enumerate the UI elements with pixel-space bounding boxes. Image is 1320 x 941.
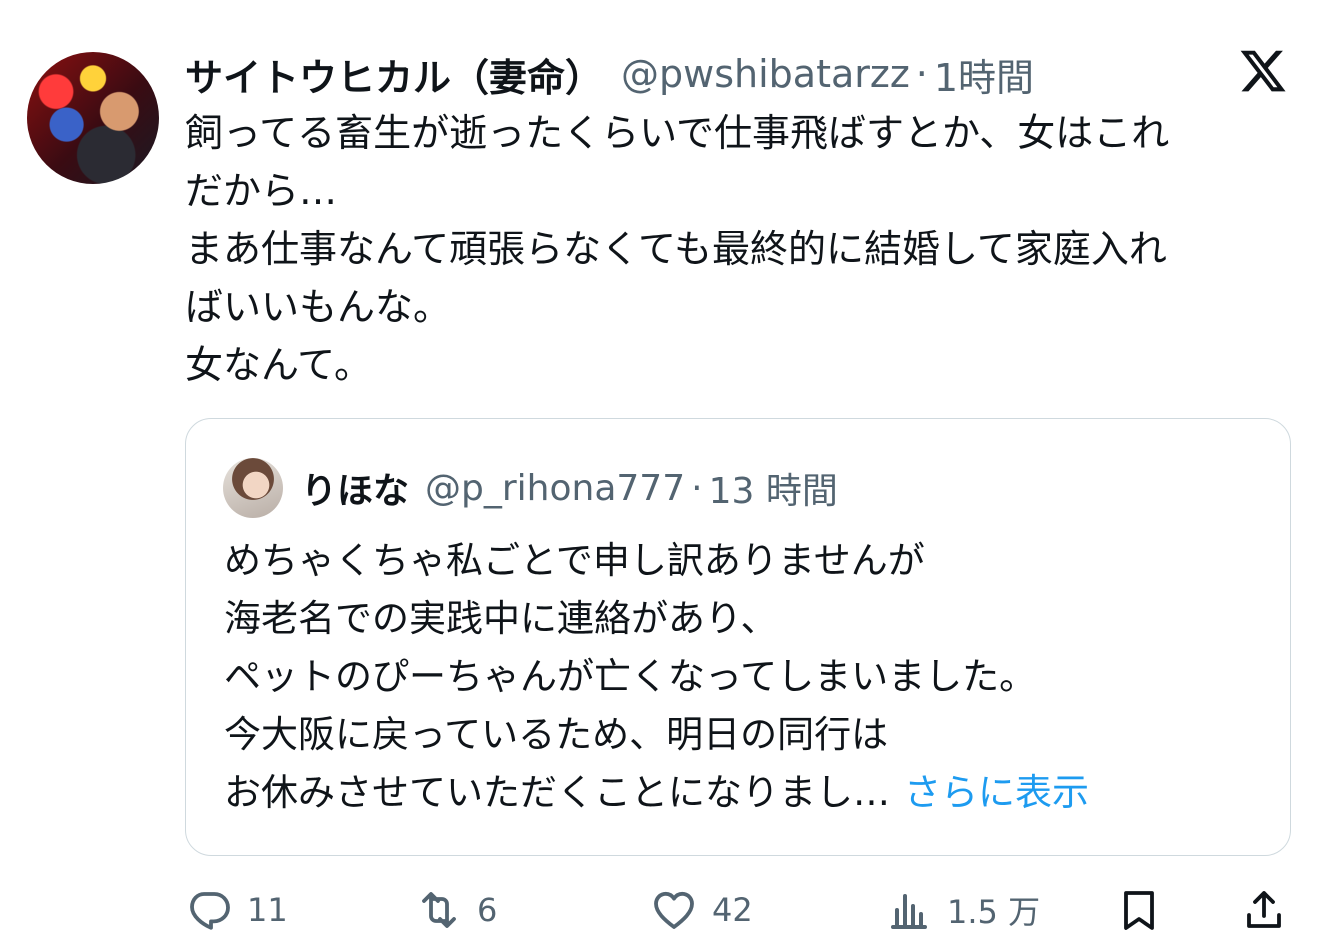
quoted-text-line: めちゃくちゃ私ごとで申し訳ありませんが xyxy=(224,539,925,582)
tweet-header: サイトウヒカル（妻命） @pwshibatarzz · 1時間 xyxy=(185,44,1034,104)
separator-dot: · xyxy=(915,52,928,96)
quoted-author-handle: @p_rihona777 xyxy=(425,467,686,509)
quoted-author-avatar xyxy=(223,458,283,518)
quoted-text-line: 今大阪に戻っているため、明日の同行は xyxy=(224,713,889,756)
show-more-link[interactable]: さらに表示 xyxy=(904,771,1089,814)
quoted-tweet-text: めちゃくちゃ私ごとで申し訳ありませんが 海老名での実践中に連絡があり、 ペットの… xyxy=(224,532,1274,822)
repost-icon xyxy=(422,892,456,928)
like-button[interactable]: 42 xyxy=(650,880,753,940)
tweet-text: 飼ってる畜生が逝ったくらいで仕事飛ばすとか、女はこれ だから… まあ仕事なんて頑… xyxy=(185,104,1295,394)
like-icon xyxy=(654,891,694,929)
reply-count: 11 xyxy=(247,891,288,929)
reply-button[interactable]: 11 xyxy=(185,880,288,940)
author-name[interactable]: サイトウヒカル（妻命） xyxy=(185,47,603,102)
author-handle[interactable]: @pwshibatarzz xyxy=(621,52,910,96)
quoted-tweet-header: りほな @p_rihona777 · 13 時間 xyxy=(301,458,838,518)
separator-dot: · xyxy=(691,467,703,509)
share-button[interactable] xyxy=(1240,880,1288,940)
author-avatar[interactable] xyxy=(27,52,159,184)
repost-count: 6 xyxy=(477,891,498,929)
views-button[interactable]: 1.5 万 xyxy=(885,880,1040,940)
reply-icon xyxy=(190,892,230,930)
quoted-author-name: りほな xyxy=(301,471,410,512)
tweet-text-line: ばいいもんな。 xyxy=(185,285,452,329)
tweet-text-line: 飼ってる畜生が逝ったくらいで仕事飛ばすとか、女はこれ xyxy=(185,111,1170,155)
quoted-text-line: ペットのぴーちゃんが亡くなってしまいました。 xyxy=(224,655,1037,698)
bookmark-button[interactable] xyxy=(1115,880,1163,940)
quoted-text-line: 海老名での実践中に連絡があり、 xyxy=(224,597,778,640)
tweet-text-line: まあ仕事なんて頑張らなくても最終的に結婚して家庭入れ xyxy=(185,227,1167,271)
share-icon xyxy=(1247,891,1281,928)
x-logo-icon xyxy=(1240,50,1286,92)
repost-button[interactable]: 6 xyxy=(415,880,497,940)
tweet-text-line: だから… xyxy=(185,169,338,213)
quoted-tweet-card[interactable]: りほな @p_rihona777 · 13 時間 めちゃくちゃ私ごとで申し訳あり… xyxy=(185,418,1291,856)
bookmark-icon xyxy=(1124,891,1154,930)
views-count: 1.5 万 xyxy=(947,893,1041,931)
views-icon xyxy=(891,894,927,929)
action-bar: 11 6 42 1.5 万 xyxy=(185,880,1295,940)
tweet-time[interactable]: 1時間 xyxy=(934,47,1034,102)
like-count: 42 xyxy=(712,891,753,929)
quoted-tweet-time: 13 時間 xyxy=(708,471,838,512)
tweet-text-line: 女なんて。 xyxy=(185,343,372,387)
quoted-text-line: お休みさせていただくことになりまし… さらに表示 xyxy=(224,764,1274,822)
quoted-text-line-last: お休みさせていただくことになりまし… xyxy=(224,771,890,814)
